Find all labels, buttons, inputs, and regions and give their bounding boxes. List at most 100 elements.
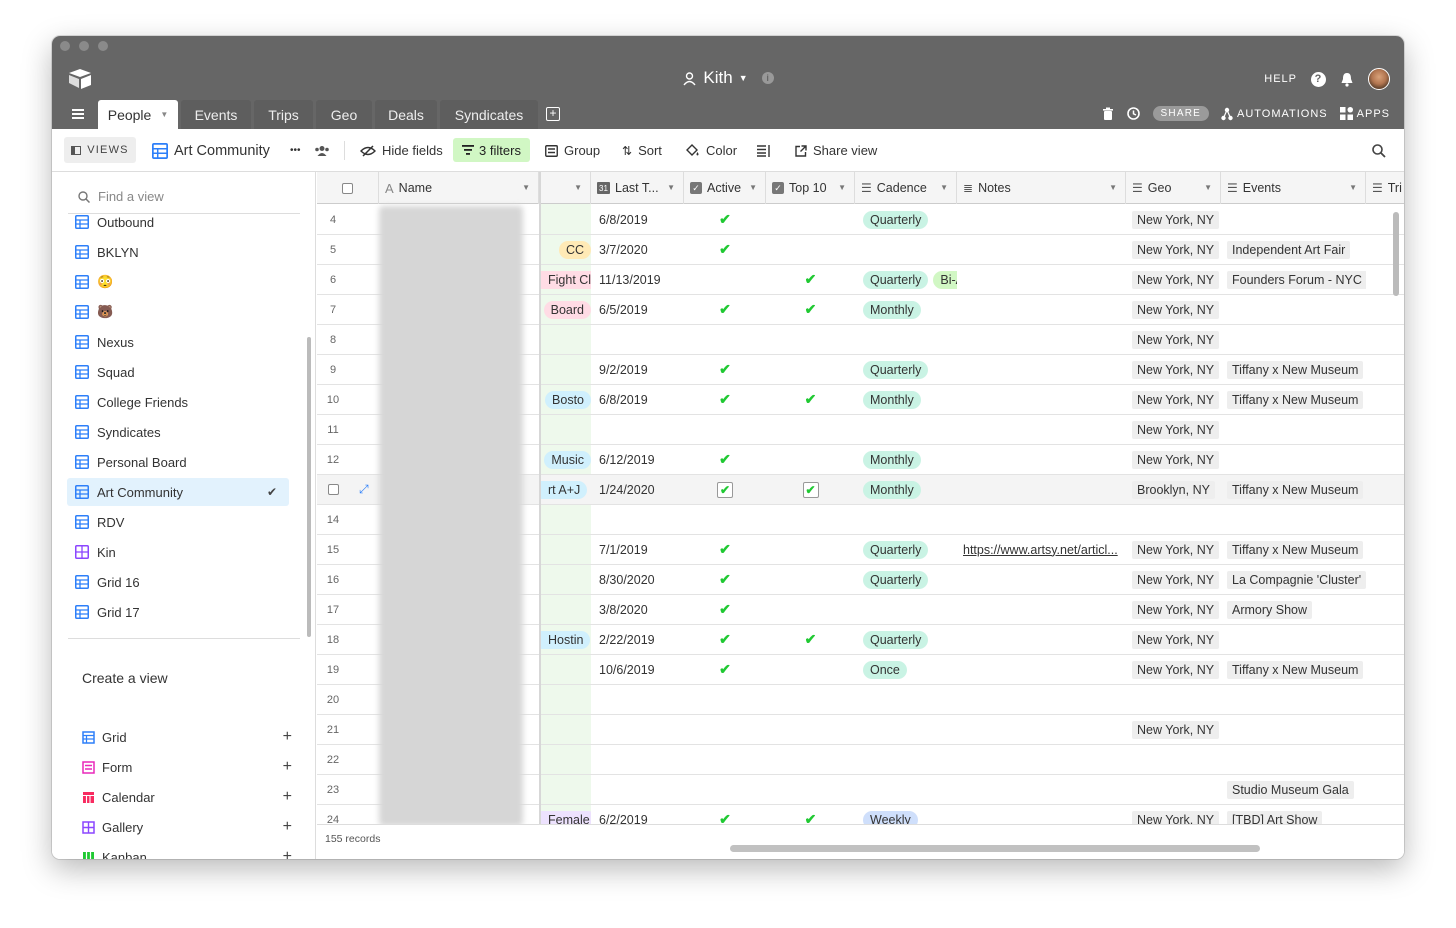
sidebar-view-10[interactable]: RDV xyxy=(67,508,289,536)
tag-cell[interactable] xyxy=(541,535,591,564)
last-date-cell[interactable]: 6/5/2019 xyxy=(599,295,684,324)
geo-cell[interactable]: New York, NY xyxy=(1132,295,1221,324)
notes-cell[interactable] xyxy=(963,295,1122,324)
active-cell[interactable]: ✔ xyxy=(684,355,766,384)
plus-icon[interactable]: + xyxy=(283,728,292,746)
top10-cell[interactable] xyxy=(766,685,855,714)
events-cell[interactable]: Tiffany x New Museum xyxy=(1227,655,1366,684)
last-date-cell[interactable]: 3/8/2020 xyxy=(599,595,684,624)
events-cell[interactable] xyxy=(1227,625,1366,654)
tag-cell[interactable] xyxy=(541,595,591,624)
sidebar-view-9[interactable]: Art Community ✔ xyxy=(67,478,289,506)
trips-cell[interactable] xyxy=(1366,595,1404,624)
events-cell[interactable] xyxy=(1227,205,1366,234)
trips-cell[interactable] xyxy=(1366,745,1404,774)
notes-cell[interactable] xyxy=(963,205,1122,234)
chevron-down-icon[interactable]: ▼ xyxy=(838,183,846,192)
last-date-cell[interactable]: 3/7/2020 xyxy=(599,235,684,264)
tab-trips[interactable]: Trips xyxy=(254,100,313,129)
event-record[interactable]: Founders Forum - NYC xyxy=(1227,270,1366,289)
notes-cell[interactable] xyxy=(963,325,1122,354)
events-cell[interactable] xyxy=(1227,745,1366,774)
base-name[interactable]: Kith xyxy=(703,68,732,88)
cadence-cell[interactable] xyxy=(863,325,957,354)
geo-record[interactable]: New York, NY xyxy=(1132,570,1220,589)
top10-cell[interactable] xyxy=(766,775,855,804)
column-header-active[interactable]: ✓ Active ▼ xyxy=(684,172,766,204)
active-cell[interactable]: ✔ xyxy=(684,235,766,264)
geo-cell[interactable]: New York, NY xyxy=(1132,205,1221,234)
events-cell[interactable] xyxy=(1227,505,1366,534)
geo-cell[interactable]: New York, NY xyxy=(1132,655,1221,684)
event-record[interactable]: Tiffany x New Museum xyxy=(1227,540,1364,559)
events-cell[interactable]: Independent Art Fair xyxy=(1227,235,1366,264)
tab-geo[interactable]: Geo xyxy=(316,100,372,129)
top10-cell[interactable] xyxy=(766,415,855,444)
chevron-down-icon[interactable]: ▼ xyxy=(749,183,757,192)
tag-cell[interactable] xyxy=(541,415,591,444)
trips-cell[interactable] xyxy=(1366,295,1404,324)
notes-cell[interactable] xyxy=(963,715,1122,744)
active-cell[interactable] xyxy=(684,745,766,774)
info-icon[interactable]: i xyxy=(761,72,774,84)
notes-cell[interactable] xyxy=(963,445,1122,474)
create-view-kanban[interactable]: Kanban + xyxy=(82,844,292,859)
create-view-calendar[interactable]: Calendar + xyxy=(82,784,292,810)
tab-syndicates[interactable]: Syndicates xyxy=(440,100,538,129)
last-date-cell[interactable] xyxy=(599,415,684,444)
geo-record[interactable]: New York, NY xyxy=(1132,600,1220,619)
events-cell[interactable]: Tiffany x New Museum xyxy=(1227,385,1366,414)
cadence-cell[interactable] xyxy=(863,775,957,804)
chevron-down-icon[interactable]: ▼ xyxy=(940,183,948,192)
create-view-gallery[interactable]: Gallery + xyxy=(82,814,292,840)
base-chevron-down-icon[interactable]: ▼ xyxy=(739,73,748,83)
trips-cell[interactable] xyxy=(1366,685,1404,714)
cadence-cell[interactable]: Once xyxy=(863,655,957,684)
filter-button[interactable]: 3 filters xyxy=(453,138,530,162)
active-cell[interactable]: ✔ xyxy=(684,295,766,324)
view-more-button[interactable]: ••• xyxy=(290,129,301,172)
column-header-name[interactable]: A Name ▼ xyxy=(379,172,539,204)
notes-cell[interactable] xyxy=(963,595,1122,624)
notes-cell[interactable] xyxy=(963,385,1122,414)
trips-cell[interactable] xyxy=(1366,505,1404,534)
trips-cell[interactable] xyxy=(1366,625,1404,654)
cadence-cell[interactable]: Quarterly xyxy=(863,355,957,384)
geo-cell[interactable]: New York, NY xyxy=(1132,445,1221,474)
column-header-trips[interactable]: ☰ Tri xyxy=(1366,172,1404,204)
geo-record[interactable]: New York, NY xyxy=(1132,390,1220,409)
active-cell[interactable]: ✔ xyxy=(684,655,766,684)
event-record[interactable]: Tiffany x New Museum xyxy=(1227,660,1364,679)
tag-cell[interactable]: rt A+J xyxy=(541,475,591,504)
sidebar-view-6[interactable]: College Friends xyxy=(67,388,289,416)
cadence-cell[interactable]: Monthly xyxy=(863,385,957,414)
trips-cell[interactable] xyxy=(1366,565,1404,594)
cadence-cell[interactable] xyxy=(863,715,957,744)
cadence-cell[interactable]: Monthly xyxy=(863,475,957,504)
top10-cell[interactable] xyxy=(766,565,855,594)
notes-cell[interactable] xyxy=(963,355,1122,384)
geo-cell[interactable] xyxy=(1132,775,1221,804)
cadence-cell[interactable] xyxy=(863,415,957,444)
geo-cell[interactable]: New York, NY xyxy=(1132,595,1221,624)
geo-record[interactable]: New York, NY xyxy=(1132,240,1220,259)
chevron-down-icon[interactable]: ▼ xyxy=(1349,183,1357,192)
tag-cell[interactable] xyxy=(541,325,591,354)
column-header-events[interactable]: ☰ Events ▼ xyxy=(1221,172,1366,204)
top10-cell[interactable] xyxy=(766,355,855,384)
search-button[interactable] xyxy=(1372,129,1386,172)
tag-cell[interactable] xyxy=(541,685,591,714)
chevron-down-icon[interactable]: ▼ xyxy=(574,183,582,192)
geo-record[interactable]: Brooklyn, NY xyxy=(1132,480,1215,499)
top10-checkbox[interactable]: ✔ xyxy=(802,481,819,498)
collaborators-button[interactable] xyxy=(314,129,330,172)
cadence-cell[interactable]: Monthly xyxy=(863,295,957,324)
tab-people[interactable]: People ▼ xyxy=(98,100,178,129)
help-label[interactable]: HELP xyxy=(1264,73,1297,85)
tag-cell[interactable]: Board xyxy=(541,295,591,324)
geo-cell[interactable]: New York, NY xyxy=(1132,265,1221,294)
geo-record[interactable]: New York, NY xyxy=(1132,630,1220,649)
tag-cell[interactable]: Hostin xyxy=(541,625,591,654)
tag-cell[interactable]: CC xyxy=(541,235,591,264)
sidebar-view-7[interactable]: Syndicates xyxy=(67,418,289,446)
